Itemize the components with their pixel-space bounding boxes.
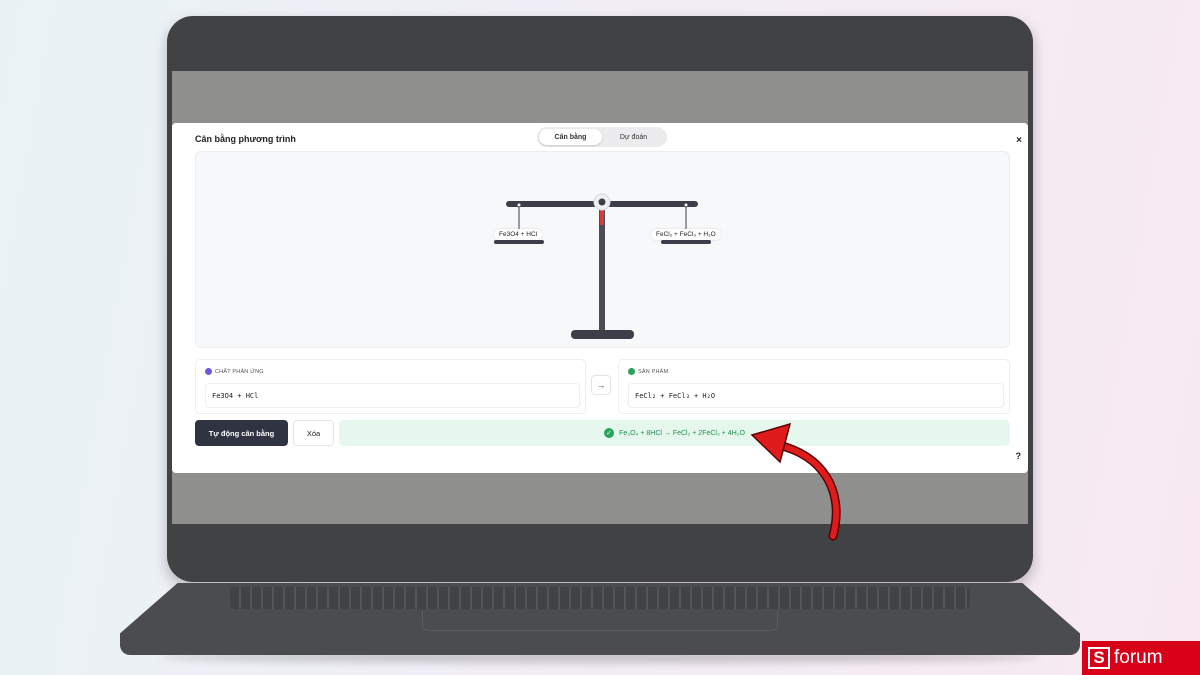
sforum-text: forum — [1114, 647, 1163, 668]
sforum-watermark: S forum — [1082, 641, 1200, 675]
annotation-arrow-icon — [750, 422, 841, 541]
sforum-logo: S — [1088, 647, 1110, 669]
